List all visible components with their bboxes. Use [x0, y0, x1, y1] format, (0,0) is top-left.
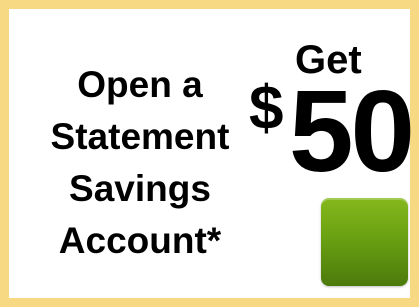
headline-line-3: Savings: [69, 168, 211, 209]
green-cta-button[interactable]: [321, 198, 408, 286]
offer-amount: 50: [289, 66, 415, 196]
promo-banner[interactable]: Open a Statement Savings Account* Get $ …: [0, 0, 419, 307]
headline-line-2: Statement: [50, 116, 230, 157]
headline-line-4: Account*: [58, 220, 222, 261]
currency-symbol: $: [249, 74, 284, 143]
promo-headline: Open a Statement Savings Account*: [31, 59, 249, 267]
headline-line-1: Open a: [77, 64, 203, 105]
